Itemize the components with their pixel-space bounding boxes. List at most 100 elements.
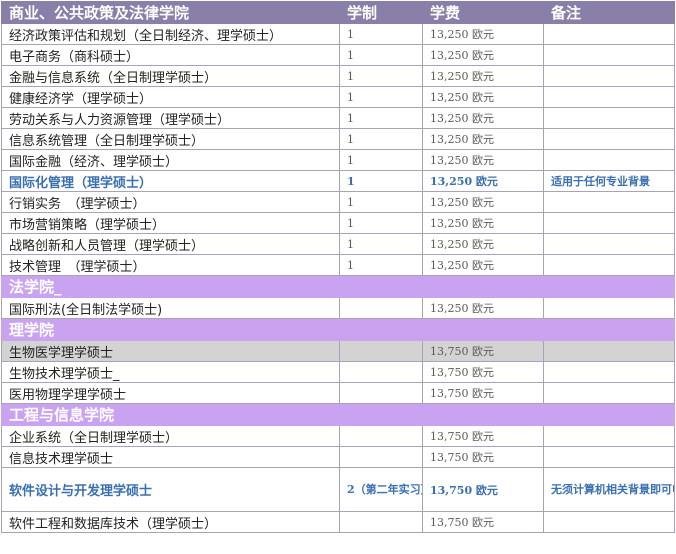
table-row: 行销实务 （理学硕士） 1 13,250 欧元 <box>1 191 675 213</box>
table-row: 医用物理学理学硕士 13,750 欧元 <box>1 382 675 404</box>
tuition-cell: 13,750 欧元 <box>422 425 544 447</box>
tuition-cell: 13,250 欧元 <box>422 191 544 213</box>
notes-cell <box>543 254 675 276</box>
duration-cell <box>339 340 423 362</box>
notes-cell <box>543 191 675 213</box>
duration-cell: 1 <box>339 149 423 171</box>
program-name-cell: 信息技术理学硕士 <box>1 446 340 468</box>
table-row: 市场营销策略（理学硕士） 1 13,250 欧元 <box>1 212 675 234</box>
table-row: 健康经济学（理学硕士） 1 13,250 欧元 <box>1 86 675 108</box>
section-title: 工程与信息学院 <box>1 403 675 426</box>
program-name-cell: 国际金融（经济、理学硕士） <box>1 149 340 171</box>
table-row: 国际金融（经济、理学硕士） 1 13,250 欧元 <box>1 149 675 171</box>
duration-cell: 1 <box>339 128 423 150</box>
program-name-cell: 电子商务（商科硕士） <box>1 44 340 66</box>
tuition-cell: 13,750 欧元 <box>422 361 544 383</box>
program-name-cell: 技术管理 （理学硕士） <box>1 254 340 276</box>
table-row: 经济政策评估和规划（全日制经济、理学硕士） 1 13,250 欧元 <box>1 23 675 45</box>
program-name-cell: 国际化管理（理学硕士） <box>1 170 340 192</box>
tuition-cell: 13,750 欧元 <box>422 467 544 512</box>
program-name-cell: 企业系统（全日制理学硕士） <box>1 425 340 447</box>
header-duration: 学制 <box>339 1 423 24</box>
table-row: 信息技术理学硕士 13,750 欧元 <box>1 446 675 468</box>
notes-cell <box>543 446 675 468</box>
program-name-cell: 软件工程和数据库技术（理学硕士） <box>1 511 340 533</box>
duration-cell <box>339 425 423 447</box>
table-row: 电子商务（商科硕士） 1 13,250 欧元 <box>1 44 675 66</box>
section-title: 法学院_ <box>1 275 340 298</box>
notes-cell <box>543 233 675 255</box>
header-tuition: 学费 <box>422 1 544 24</box>
tuition-cell: 13,250 欧元 <box>422 170 544 192</box>
program-name-cell: 经济政策评估和规划（全日制经济、理学硕士） <box>1 23 340 45</box>
duration-cell: 1 <box>339 254 423 276</box>
table-row: 国际化管理（理学硕士） 1 13,250 欧元 适用于任何专业背景 <box>1 170 675 192</box>
notes-cell <box>543 86 675 108</box>
table-row: 企业系统（全日制理学硕士） 13,750 欧元 <box>1 425 675 447</box>
duration-cell <box>339 511 423 533</box>
notes-cell <box>543 128 675 150</box>
duration-cell <box>339 297 423 319</box>
notes-cell <box>543 361 675 383</box>
duration-cell: 1 <box>339 86 423 108</box>
tuition-cell: 13,250 欧元 <box>422 107 544 129</box>
tuition-cell: 13,250 欧元 <box>422 128 544 150</box>
table-row[interactable]: 生物医学理学硕士 13,750 欧元 <box>1 340 675 362</box>
notes-cell <box>543 340 675 362</box>
tuition-cell: 13,250 欧元 <box>422 65 544 87</box>
program-name-cell: 行销实务 （理学硕士） <box>1 191 340 213</box>
duration-cell <box>339 382 423 404</box>
tuition-cell: 13,250 欧元 <box>422 23 544 45</box>
header-notes: 备注 <box>543 1 675 24</box>
tuition-cell: 13,750 欧元 <box>422 382 544 404</box>
duration-cell: 1 <box>339 191 423 213</box>
tuition-cell: 13,750 欧元 <box>422 511 544 533</box>
table-row: 生物技术理学硕士_ 13,750 欧元 <box>1 361 675 383</box>
program-name-cell: 信息系统管理（全日制理学硕士） <box>1 128 340 150</box>
tuition-cell: 13,750 欧元 <box>422 340 544 362</box>
table-header-row: 商业、公共政策及法律学院 学制 学费 备注 <box>1 1 675 24</box>
section-fill <box>422 275 675 298</box>
program-name-cell: 市场营销策略（理学硕士） <box>1 212 340 234</box>
program-name-cell: 金融与信息系统（全日制理学硕士） <box>1 65 340 87</box>
notes-cell <box>543 107 675 129</box>
duration-cell: 1 <box>339 107 423 129</box>
tuition-cell: 13,250 欧元 <box>422 86 544 108</box>
duration-cell: 1 <box>339 170 423 192</box>
notes-cell: 适用于任何专业背景 <box>543 170 675 192</box>
notes-cell <box>543 23 675 45</box>
tuition-table: 商业、公共政策及法律学院 学制 学费 备注 经济政策评估和规划（全日制经济、理学… <box>1 1 675 533</box>
table-row: 软件工程和数据库技术（理学硕士） 13,750 欧元 <box>1 511 675 533</box>
program-name-cell: 健康经济学（理学硕士） <box>1 86 340 108</box>
notes-cell <box>543 297 675 319</box>
table-row: 国际刑法(全日制法学硕士) 13,250 欧元 <box>1 297 675 319</box>
tuition-cell: 13,250 欧元 <box>422 44 544 66</box>
section-header-row: 理学院 <box>1 318 675 341</box>
duration-cell: 1 <box>339 65 423 87</box>
table-row: 战略创新和人员管理（理学硕士） 1 13,250 欧元 <box>1 233 675 255</box>
notes-cell <box>543 511 675 533</box>
table-row: 金融与信息系统（全日制理学硕士） 1 13,250 欧元 <box>1 65 675 87</box>
header-program: 商业、公共政策及法律学院 <box>1 1 340 24</box>
duration-cell <box>339 446 423 468</box>
tuition-cell: 13,250 欧元 <box>422 149 544 171</box>
table-row: 信息系统管理（全日制理学硕士） 1 13,250 欧元 <box>1 128 675 150</box>
duration-cell <box>339 361 423 383</box>
section-fill <box>339 275 423 298</box>
section-header-row: 工程与信息学院 <box>1 403 675 426</box>
table-row: 技术管理 （理学硕士） 1 13,250 欧元 <box>1 254 675 276</box>
notes-cell <box>543 425 675 447</box>
notes-cell <box>543 149 675 171</box>
duration-cell: 1 <box>339 44 423 66</box>
notes-cell <box>543 382 675 404</box>
section-title: 理学院 <box>1 318 675 341</box>
notes-cell <box>543 44 675 66</box>
table-row: 软件设计与开发理学硕士2（第二年实习）13,750 欧元无须计算机相关背景即可申… <box>1 467 675 512</box>
duration-cell: 1 <box>339 23 423 45</box>
duration-cell: 1 <box>339 212 423 234</box>
tuition-cell: 13,250 欧元 <box>422 254 544 276</box>
program-name-cell: 劳动关系与人力资源管理（理学硕士） <box>1 107 340 129</box>
notes-cell: 无须计算机相关背景即可申请 <box>543 467 675 512</box>
notes-cell <box>543 212 675 234</box>
program-name-cell: 生物医学理学硕士 <box>1 340 340 362</box>
